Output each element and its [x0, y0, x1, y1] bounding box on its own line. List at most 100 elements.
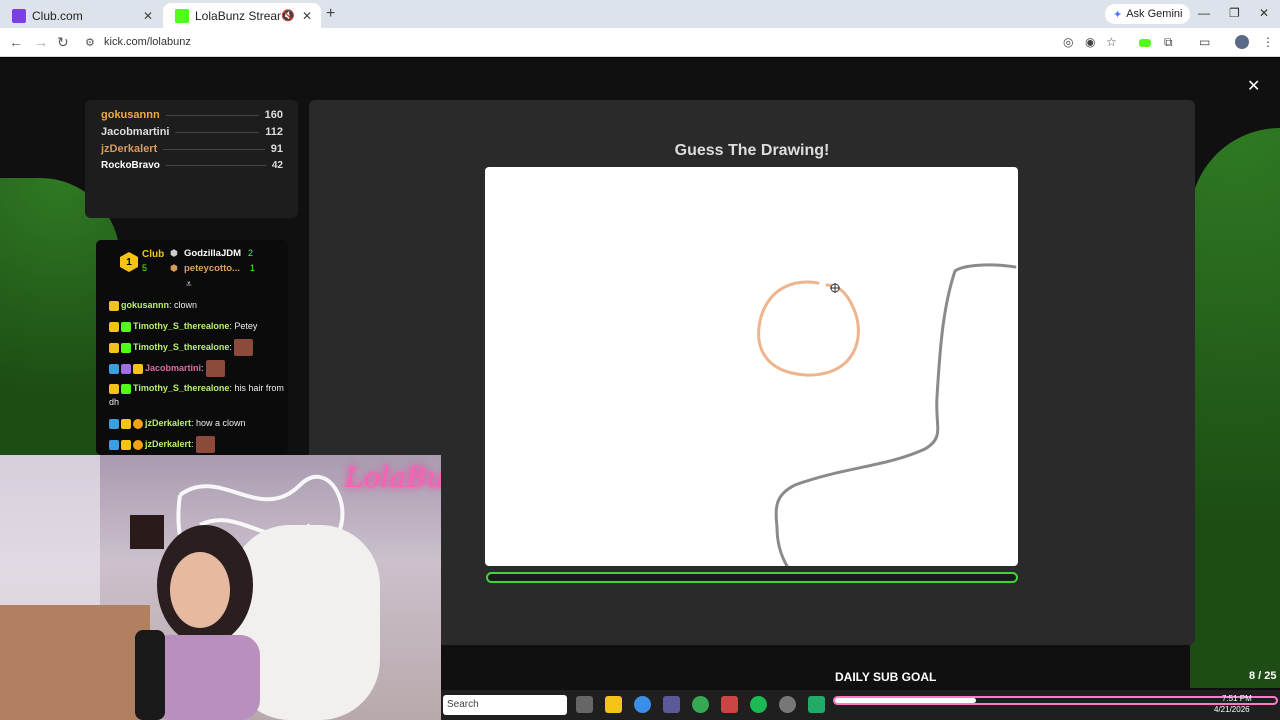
- round-timer-bar: [486, 572, 1018, 583]
- browser-tab-strip: Club.com ✕ LolaBunz Stream - Watch Li 🔇 …: [0, 0, 1280, 28]
- drawing-strokes: [757, 263, 1017, 568]
- close-tab-icon[interactable]: ✕: [140, 9, 156, 23]
- new-tab-button[interactable]: +: [326, 5, 335, 23]
- chat-text: : clown: [169, 300, 198, 310]
- close-overlay-icon[interactable]: ✕: [1247, 76, 1260, 96]
- leaderboard-row: Jacobmartini 112: [101, 125, 283, 139]
- chat-message: Timothy_S_therealone:: [109, 339, 287, 356]
- leaderboard-divider: [165, 114, 259, 116]
- site-info-icon[interactable]: ⚙: [85, 36, 95, 49]
- chat-message: Jacobmartini:: [109, 360, 287, 377]
- og-badge-icon: [121, 363, 131, 374]
- top-gifter-name: GodzillaJDM: [184, 248, 242, 259]
- chat-text: :: [229, 341, 232, 352]
- leaderboard-name: jzDerkalert: [101, 143, 158, 155]
- chat-message: jzDerkalert: how a clown: [109, 416, 287, 430]
- tracking-icon[interactable]: ◉: [1085, 35, 1095, 49]
- task-view-icon[interactable]: [576, 696, 593, 713]
- sub-badge-icon: [121, 342, 131, 353]
- obs-icon[interactable]: [779, 696, 796, 713]
- menu-kebab-icon[interactable]: ⋮: [1262, 35, 1274, 49]
- leaderboard-score: 160: [264, 109, 283, 121]
- neon-sign: LolaBunz: [345, 461, 441, 494]
- leaderboard-divider: [175, 131, 260, 133]
- leaderboard-divider: [165, 164, 266, 166]
- close-tab-icon[interactable]: ✕: [299, 9, 315, 23]
- spotify-icon[interactable]: [750, 696, 767, 713]
- chrome-icon[interactable]: [634, 696, 651, 713]
- minimize-icon[interactable]: —: [1198, 6, 1210, 20]
- chat-username[interactable]: gokusannn: [121, 300, 169, 310]
- stream-player[interactable]: gokusannn 160 Jacobmartini 112 jzDerkale…: [0, 58, 1280, 720]
- orange-stroke: [757, 280, 860, 377]
- club-favicon-icon: [12, 8, 26, 23]
- app-icon[interactable]: [663, 696, 680, 713]
- back-arrow-icon[interactable]: ←: [9, 34, 23, 50]
- ask-gemini-button[interactable]: ✦ Ask Gemini: [1105, 4, 1191, 24]
- pinned-gifter-header: 1 Club 5 ⬢ GodzillaJDM 2 ⬢ peteycotto...…: [96, 240, 288, 290]
- game-title: Guess The Drawing!: [674, 142, 830, 159]
- moderator-badge-icon: [109, 439, 119, 450]
- chat-username[interactable]: Timothy_S_therealone: [133, 321, 229, 331]
- vip-badge-icon: [109, 300, 119, 311]
- forward-arrow-icon[interactable]: →: [34, 34, 48, 50]
- chat-text: : how a clown: [191, 418, 246, 428]
- guess-drawing-game-panel: Guess The Drawing!: [309, 100, 1195, 645]
- gift-badge-icon: [133, 363, 143, 374]
- leaderboard-name: Jacobmartini: [101, 126, 170, 138]
- reload-icon[interactable]: ↻: [57, 34, 69, 51]
- snipping-tool-icon[interactable]: [721, 696, 738, 713]
- leaderboard-row: jzDerkalert 91: [101, 142, 283, 156]
- chat-username[interactable]: Timothy_S_therealone: [133, 342, 229, 352]
- chat-text: :: [201, 362, 204, 373]
- sub-badge-icon: [121, 383, 131, 394]
- leaderboard-row: RockoBravo 42: [101, 158, 283, 172]
- taskbar-search-input[interactable]: Search: [443, 695, 567, 715]
- tab-lolabunz-stream[interactable]: LolaBunz Stream - Watch Li 🔇 ✕: [163, 3, 321, 28]
- vip-badge-icon: [109, 321, 119, 332]
- club-label: Club: [142, 249, 165, 260]
- windows-taskbar: Search 7:51 PM 4/21/2026: [441, 690, 1280, 720]
- chat-text: : Petey: [229, 321, 258, 331]
- clock-time: 7:51 PM: [1222, 694, 1252, 703]
- drawing-canvas[interactable]: [485, 167, 1018, 568]
- xbox-icon[interactable]: [808, 696, 825, 713]
- file-explorer-icon[interactable]: [605, 696, 622, 713]
- tab-club[interactable]: Club.com ✕: [0, 3, 162, 28]
- chat-username[interactable]: jzDerkalert: [145, 418, 191, 428]
- expand-chevron-icon[interactable]: ⩡: [186, 279, 192, 290]
- chat-username[interactable]: Timothy_S_therealone: [133, 383, 229, 393]
- chat-username[interactable]: Jacobmartini: [145, 363, 201, 373]
- eye-off-icon[interactable]: ◎: [1063, 35, 1073, 49]
- gray-stroke: [774, 263, 1017, 568]
- cast-icon[interactable]: ▭: [1199, 35, 1210, 49]
- tab-title: Club.com: [32, 8, 83, 23]
- chrome-profile-icon[interactable]: [692, 696, 709, 713]
- url-field[interactable]: kick.com/lolabunz: [104, 36, 191, 48]
- leaderboard-row: gokusannn 160: [101, 108, 283, 122]
- maximize-icon[interactable]: ❐: [1229, 6, 1240, 20]
- bookmark-star-icon[interactable]: ☆: [1106, 35, 1117, 49]
- leaderboard-name: gokusannn: [101, 109, 160, 121]
- leaderboard-divider: [163, 148, 265, 150]
- gemini-sparkle-icon: ✦: [1113, 8, 1123, 21]
- top-gifter-count: 2: [248, 248, 254, 258]
- sub-goal-progress-fill: [835, 698, 977, 703]
- vip-badge-icon: [109, 342, 119, 353]
- chat-emote: [196, 436, 216, 453]
- extensions-puzzle-icon[interactable]: ⧉: [1164, 35, 1173, 50]
- profile-avatar[interactable]: [1235, 35, 1249, 49]
- close-window-icon[interactable]: ✕: [1259, 6, 1269, 20]
- chat-message: Timothy_S_therealone: Petey: [109, 319, 287, 333]
- second-gifter-name: peteycotto...: [184, 263, 240, 274]
- leaderboard-score: 91: [270, 143, 283, 155]
- chat-username[interactable]: jzDerkalert: [145, 439, 191, 449]
- second-gifter-count: 1: [250, 263, 256, 273]
- sub-goal-label: DAILY SUB GOAL: [835, 670, 937, 684]
- leaderboard-score: 112: [265, 126, 283, 138]
- address-toolbar: ← → ↻ ⚙ kick.com/lolabunz ◎ ◉ ☆ ⧉ ▭ ⋮: [0, 28, 1280, 57]
- kick-extension-icon[interactable]: [1139, 39, 1151, 47]
- crown-badge-icon: [121, 439, 131, 450]
- ask-gemini-label: Ask Gemini: [1126, 8, 1183, 20]
- mute-tab-icon[interactable]: 🔇: [281, 9, 295, 22]
